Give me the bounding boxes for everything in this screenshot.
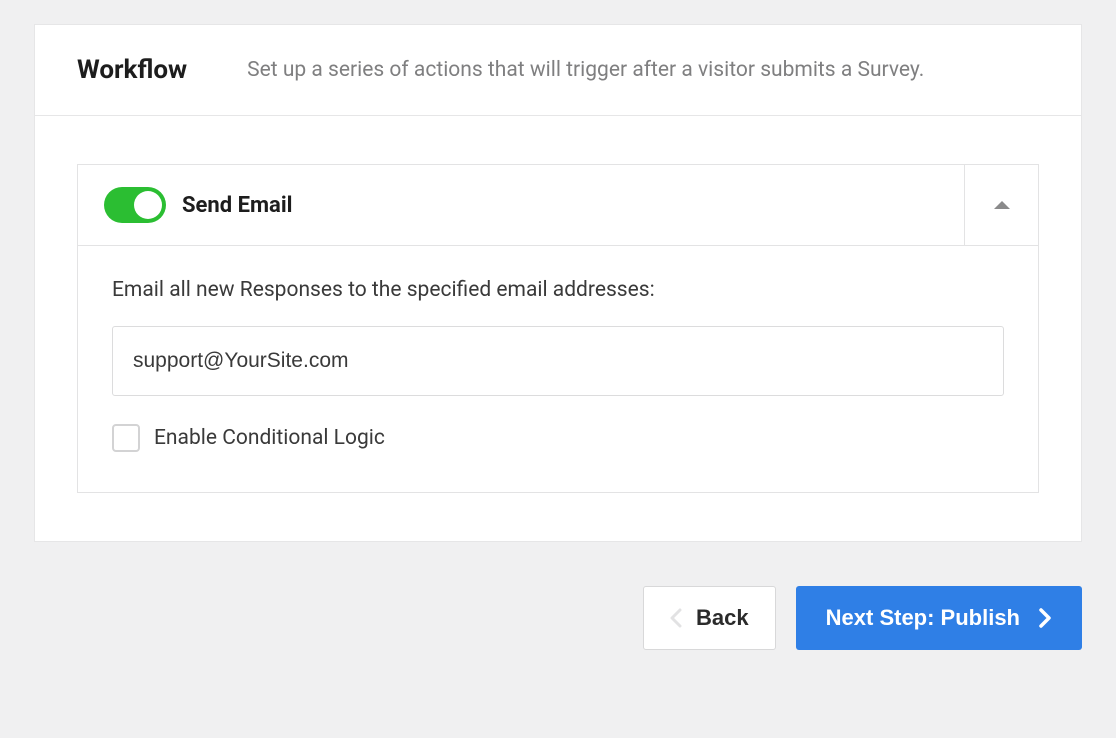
action-card: Send Email Email all new Responses to th… [77,164,1039,493]
action-title: Send Email [182,193,292,218]
send-email-toggle[interactable] [104,187,166,223]
conditional-logic-row: Enable Conditional Logic [112,424,1004,452]
page-subtitle: Set up a series of actions that will tri… [247,58,924,82]
toggle-knob [134,191,162,219]
action-description: Email all new Responses to the specified… [112,278,1004,302]
collapse-button[interactable] [964,165,1038,245]
conditional-logic-checkbox[interactable] [112,424,140,452]
action-body: Email all new Responses to the specified… [78,246,1038,492]
back-label: Back [696,605,749,631]
chevron-left-icon [670,608,682,628]
panel-header: Workflow Set up a series of actions that… [35,25,1081,116]
panel-body: Send Email Email all new Responses to th… [35,116,1081,541]
back-button[interactable]: Back [643,586,776,650]
chevron-right-icon [1038,607,1052,629]
chevron-up-icon [994,201,1010,209]
page-title: Workflow [77,55,187,85]
next-step-publish-button[interactable]: Next Step: Publish [796,586,1082,650]
action-header: Send Email [78,165,1038,246]
footer-actions: Back Next Step: Publish [34,586,1082,650]
conditional-logic-label: Enable Conditional Logic [154,426,385,450]
email-addresses-input[interactable] [112,326,1004,396]
next-label: Next Step: Publish [826,605,1020,631]
workflow-panel: Workflow Set up a series of actions that… [34,24,1082,542]
